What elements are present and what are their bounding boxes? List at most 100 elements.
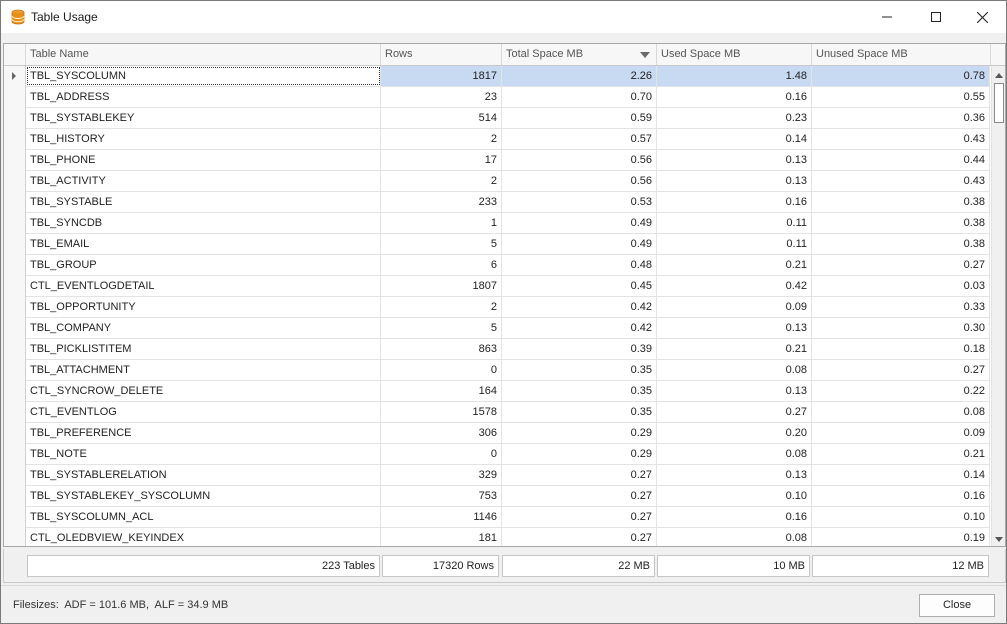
table-row[interactable]: TBL_SYSTABLERELATION 329 0.27 0.13 0.14 [26,465,990,486]
cell-rows[interactable]: 5 [381,234,502,254]
cell-rows[interactable]: 1817 [381,66,502,86]
cell-table-name[interactable]: TBL_GROUP [26,255,381,275]
cell-table-name[interactable]: TBL_SYSTABLEKEY_SYSCOLUMN [26,486,381,506]
cell-rows[interactable]: 17 [381,150,502,170]
table-row[interactable]: TBL_GROUP 6 0.48 0.21 0.27 [26,255,990,276]
vertical-scrollbar[interactable] [991,66,1005,546]
cell-total-space[interactable]: 0.29 [502,423,657,443]
cell-used-space[interactable]: 0.23 [657,108,812,128]
cell-used-space[interactable]: 0.08 [657,528,812,546]
column-header-unused-space[interactable]: Unused Space MB [812,44,991,65]
cell-table-name[interactable]: TBL_NOTE [26,444,381,464]
cell-table-name[interactable]: TBL_SYSCOLUMN [26,66,381,86]
cell-rows[interactable]: 5 [381,318,502,338]
table-row[interactable]: TBL_SYSTABLEKEY 514 0.59 0.23 0.36 [26,108,990,129]
cell-unused-space[interactable]: 0.36 [812,108,990,128]
cell-total-space[interactable]: 0.56 [502,150,657,170]
cell-total-space[interactable]: 0.29 [502,444,657,464]
cell-used-space[interactable]: 1.48 [657,66,812,86]
cell-table-name[interactable]: TBL_SYSCOLUMN_ACL [26,507,381,527]
cell-unused-space[interactable]: 0.44 [812,150,990,170]
cell-unused-space[interactable]: 0.27 [812,360,990,380]
cell-total-space[interactable]: 0.49 [502,213,657,233]
cell-rows[interactable]: 0 [381,360,502,380]
cell-used-space[interactable]: 0.16 [657,192,812,212]
cell-total-space[interactable]: 0.57 [502,129,657,149]
cell-total-space[interactable]: 0.35 [502,360,657,380]
cell-unused-space[interactable]: 0.16 [812,486,990,506]
cell-table-name[interactable]: TBL_SYSTABLERELATION [26,465,381,485]
cell-total-space[interactable]: 0.42 [502,318,657,338]
cell-unused-space[interactable]: 0.08 [812,402,990,422]
cell-total-space[interactable]: 0.35 [502,381,657,401]
column-header-total-space[interactable]: Total Space MB [502,44,657,65]
cell-unused-space[interactable]: 0.10 [812,507,990,527]
table-row[interactable]: TBL_PICKLISTITEM 863 0.39 0.21 0.18 [26,339,990,360]
cell-used-space[interactable]: 0.13 [657,318,812,338]
cell-table-name[interactable]: CTL_EVENTLOGDETAIL [26,276,381,296]
cell-unused-space[interactable]: 0.43 [812,129,990,149]
cell-total-space[interactable]: 0.45 [502,276,657,296]
cell-used-space[interactable]: 0.11 [657,213,812,233]
cell-used-space[interactable]: 0.13 [657,381,812,401]
scroll-up-button[interactable] [992,68,1005,82]
cell-table-name[interactable]: TBL_HISTORY [26,129,381,149]
cell-used-space[interactable]: 0.21 [657,255,812,275]
cell-table-name[interactable]: CTL_EVENTLOG [26,402,381,422]
cell-rows[interactable]: 514 [381,108,502,128]
cell-used-space[interactable]: 0.13 [657,465,812,485]
cell-total-space[interactable]: 0.39 [502,339,657,359]
table-row[interactable]: TBL_ACTIVITY 2 0.56 0.13 0.43 [26,171,990,192]
cell-total-space[interactable]: 0.59 [502,108,657,128]
table-row[interactable]: TBL_ADDRESS 23 0.70 0.16 0.55 [26,87,990,108]
cell-table-name[interactable]: TBL_SYSTABLEKEY [26,108,381,128]
cell-table-name[interactable]: TBL_ADDRESS [26,87,381,107]
table-row[interactable]: TBL_NOTE 0 0.29 0.08 0.21 [26,444,990,465]
cell-rows[interactable]: 1 [381,213,502,233]
cell-unused-space[interactable]: 0.43 [812,171,990,191]
cell-rows[interactable]: 1578 [381,402,502,422]
cell-used-space[interactable]: 0.21 [657,339,812,359]
cell-table-name[interactable]: TBL_EMAIL [26,234,381,254]
cell-table-name[interactable]: TBL_PREFERENCE [26,423,381,443]
cell-rows[interactable]: 863 [381,339,502,359]
cell-used-space[interactable]: 0.16 [657,507,812,527]
cell-used-space[interactable]: 0.13 [657,150,812,170]
cell-unused-space[interactable]: 0.38 [812,213,990,233]
cell-table-name[interactable]: TBL_SYSTABLE [26,192,381,212]
cell-unused-space[interactable]: 0.33 [812,297,990,317]
cell-total-space[interactable]: 0.35 [502,402,657,422]
cell-used-space[interactable]: 0.16 [657,87,812,107]
cell-table-name[interactable]: TBL_OPPORTUNITY [26,297,381,317]
window-close-button[interactable] [959,1,1005,33]
cell-total-space[interactable]: 0.70 [502,87,657,107]
cell-rows[interactable]: 2 [381,297,502,317]
cell-total-space[interactable]: 2.26 [502,66,657,86]
cell-used-space[interactable]: 0.11 [657,234,812,254]
table-row[interactable]: TBL_SYSTABLE 233 0.53 0.16 0.38 [26,192,990,213]
cell-table-name[interactable]: CTL_SYNCROW_DELETE [26,381,381,401]
cell-used-space[interactable]: 0.10 [657,486,812,506]
cell-rows[interactable]: 1146 [381,507,502,527]
cell-table-name[interactable]: TBL_ACTIVITY [26,171,381,191]
table-row[interactable]: CTL_OLEDBVIEW_KEYINDEX 181 0.27 0.08 0.19 [26,528,990,546]
cell-unused-space[interactable]: 0.55 [812,87,990,107]
close-button[interactable]: Close [919,594,995,617]
cell-used-space[interactable]: 0.27 [657,402,812,422]
maximize-button[interactable] [913,1,959,33]
cell-used-space[interactable]: 0.14 [657,129,812,149]
cell-total-space[interactable]: 0.27 [502,486,657,506]
cell-used-space[interactable]: 0.09 [657,297,812,317]
cell-rows[interactable]: 753 [381,486,502,506]
column-header-used-space[interactable]: Used Space MB [657,44,812,65]
table-row[interactable]: TBL_SYSCOLUMN 1817 2.26 1.48 0.78 [26,66,990,87]
scrollbar-thumb[interactable] [994,83,1004,123]
cell-unused-space[interactable]: 0.09 [812,423,990,443]
cell-rows[interactable]: 329 [381,465,502,485]
table-row[interactable]: TBL_EMAIL 5 0.49 0.11 0.38 [26,234,990,255]
cell-unused-space[interactable]: 0.14 [812,465,990,485]
cell-table-name[interactable]: TBL_ATTACHMENT [26,360,381,380]
cell-used-space[interactable]: 0.08 [657,360,812,380]
scroll-down-button[interactable] [992,532,1005,546]
cell-table-name[interactable]: TBL_PICKLISTITEM [26,339,381,359]
